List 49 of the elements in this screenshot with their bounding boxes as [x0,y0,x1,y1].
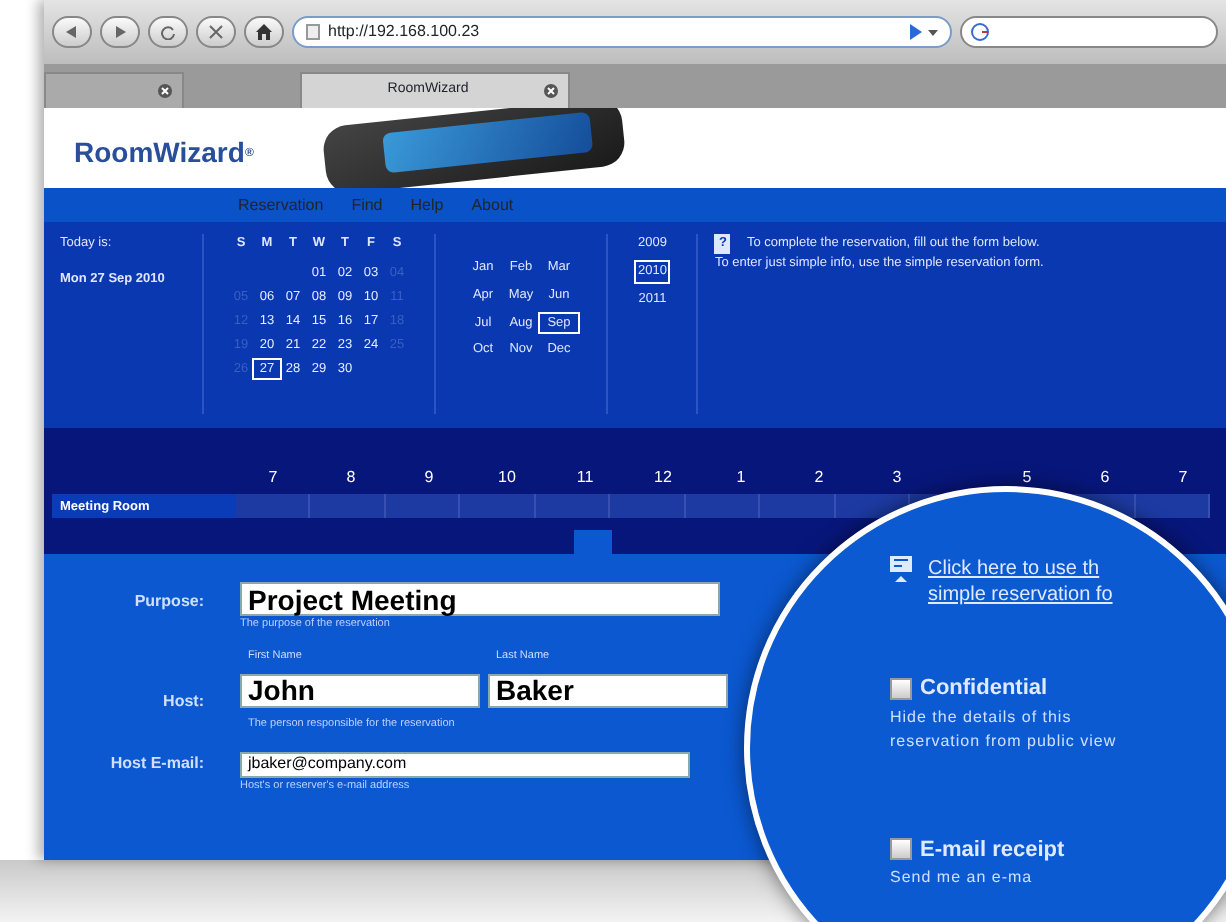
close-icon [543,84,558,98]
back-button[interactable] [52,16,92,48]
simple-form-link[interactable]: Click here to use th [928,556,1113,582]
address-bar[interactable]: http://192.168.100.23 [292,16,952,48]
field-label: Purpose: [132,590,206,614]
hour-label: 12 [652,466,674,490]
hour-label: 2 [812,466,826,490]
option-label: Confidential [920,674,1048,704]
option-label: E-mail receipt [920,835,1065,865]
option-description: Send me an e-ma [890,866,1035,890]
search-engine-icon [970,22,994,42]
form-icon [890,556,912,584]
reload-button[interactable] [148,16,188,48]
option-description: reservation from public view [890,729,1119,753]
last-name-input[interactable]: Baker [488,673,728,707]
home-button[interactable] [244,16,284,48]
field-label: Host: [161,690,206,715]
field-label: Host E-mail: [108,751,206,776]
stop-button[interactable] [196,16,236,48]
forward-button[interactable] [100,16,140,48]
logo: RoomWizard$^{®}$ [74,134,254,172]
hour-label: 5 [1020,466,1034,490]
left-arrow-icon [64,24,80,40]
option-description: Hide the details of this [890,705,1074,729]
hour-label: 7 [266,466,280,490]
go-arrow-icon [910,24,938,40]
hour-label: 1 [734,466,748,490]
first-name-input[interactable]: John [240,673,480,707]
hour-label: 6 [1098,466,1112,490]
simple-form-link[interactable]: simple reservation fo [928,582,1113,608]
url-text: http://192.168.100.23 [328,20,482,44]
email-input[interactable]: jbaker@company.com [240,751,690,778]
right-arrow-icon [112,24,128,40]
search-field[interactable] [960,16,1218,48]
home-icon [256,24,272,40]
checkbox[interactable] [890,677,912,700]
hour-label: 7 [1176,466,1190,490]
checkbox[interactable] [890,838,912,861]
hour-label: 3 [890,466,904,490]
hour-label: 9 [422,466,436,490]
hour-label: 11 [574,466,596,490]
hour-label: 8 [344,466,358,490]
hour-label: 10 [496,466,518,490]
reload-icon [160,24,176,40]
purpose-input[interactable]: Project Meeting [240,582,720,616]
close-icon [158,84,172,98]
browser-tab[interactable] [44,72,184,108]
close-icon [208,24,224,40]
page-icon [306,24,320,40]
